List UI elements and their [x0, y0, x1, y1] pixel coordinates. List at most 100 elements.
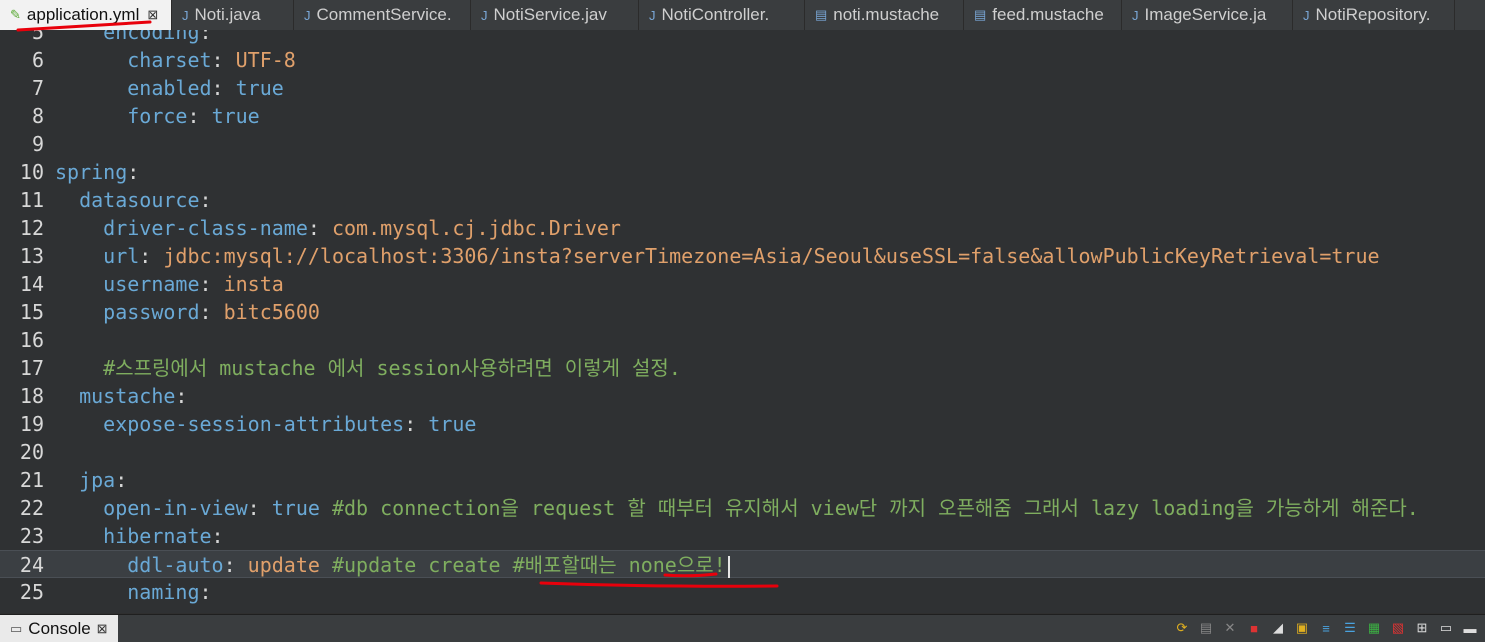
- close-icon[interactable]: ⊠: [147, 7, 158, 23]
- code-line[interactable]: 12 driver-class-name: com.mysql.cj.jdbc.…: [0, 214, 1485, 242]
- refresh-icon[interactable]: ⟳: [1173, 619, 1191, 637]
- trash-icon[interactable]: ▤: [1197, 619, 1215, 637]
- tab-noticontroller[interactable]: J NotiController.: [639, 0, 805, 30]
- stop-icon[interactable]: ■: [1245, 619, 1263, 637]
- code-editor[interactable]: 5 encoding: 6 charset: UTF-8 7 enabled: tr…: [0, 30, 1485, 613]
- close-icon[interactable]: ⊠: [97, 621, 108, 637]
- code-line[interactable]: 15 password: bitc5600: [0, 298, 1485, 326]
- code-line[interactable]: 25 naming:: [0, 578, 1485, 606]
- code-line[interactable]: 13 url: jdbc:mysql://localhost:3306/inst…: [0, 242, 1485, 270]
- tab-notiservice-jav[interactable]: J NotiService.jav: [471, 0, 639, 30]
- code-line[interactable]: 8 force: true: [0, 102, 1485, 130]
- clear-icon[interactable]: ◢: [1269, 619, 1287, 637]
- code-text: encoding:: [55, 30, 212, 46]
- yaml-value: true: [271, 496, 320, 520]
- console-icon: ▭: [10, 620, 23, 636]
- line-number: 13: [19, 244, 44, 268]
- code-line[interactable]: 22 open-in-view: true #db connection을 re…: [0, 494, 1485, 522]
- tab-noti-java[interactable]: J Noti.java: [172, 0, 294, 30]
- code-line[interactable]: 20: [0, 438, 1485, 466]
- show-on-output-icon[interactable]: ☰: [1341, 619, 1359, 637]
- code-text: mustache:: [55, 382, 187, 410]
- code-text: open-in-view: true #db connection을 reque…: [55, 494, 1419, 522]
- code-line[interactable]: 5 encoding:: [0, 30, 1485, 46]
- line-number: 21: [19, 468, 44, 492]
- line-number: 6: [31, 48, 44, 72]
- yaml-separator: :: [175, 384, 188, 408]
- line-number: 23: [19, 524, 44, 548]
- code-line[interactable]: 18 mustache:: [0, 382, 1485, 410]
- display-console-icon[interactable]: ▧: [1389, 619, 1407, 637]
- editor-tab-bar: ✎ application.yml ⊠ J Noti.java J CommentServi…: [0, 0, 1485, 31]
- code-line[interactable]: 16: [0, 326, 1485, 354]
- code-text: driver-class-name: com.mysql.cj.jdbc.Dri…: [55, 214, 621, 242]
- code-line[interactable]: 6 charset: UTF-8: [0, 46, 1485, 74]
- code-text: spring:: [55, 158, 139, 186]
- code-line[interactable]: 23 hibernate:: [0, 522, 1485, 550]
- pin-console-icon[interactable]: ▦: [1365, 619, 1383, 637]
- code-line[interactable]: 10 spring:: [0, 158, 1485, 186]
- code-line[interactable]: 21 jpa:: [0, 466, 1485, 494]
- line-number: 12: [19, 216, 44, 240]
- code-text: username: insta: [55, 270, 284, 298]
- line-number: 9: [31, 132, 44, 156]
- code-text: datasource:: [55, 186, 212, 214]
- code-line[interactable]: 11 datasource:: [0, 186, 1485, 214]
- code-text: password: bitc5600: [55, 298, 320, 326]
- word-wrap-icon[interactable]: ≡: [1317, 619, 1335, 637]
- line-number: 16: [19, 328, 44, 352]
- tab-commentservice[interactable]: J CommentService.: [294, 0, 471, 30]
- yaml-separator: :: [211, 524, 224, 548]
- code-line[interactable]: 17 #스프링에서 mustache 에서 session사용하려면 이렇게 설…: [0, 354, 1485, 382]
- yaml-separator: :: [211, 76, 236, 100]
- tab-imageservice-ja[interactable]: J ImageService.ja: [1122, 0, 1293, 30]
- yaml-separator: :: [127, 160, 140, 184]
- line-number: 10: [19, 160, 44, 184]
- yaml-separator: :: [199, 188, 212, 212]
- yaml-key: url: [103, 244, 140, 268]
- tab-feed-mustache[interactable]: ▤ feed.mustache: [964, 0, 1122, 30]
- yaml-key: jpa: [79, 468, 116, 492]
- line-number: 25: [19, 580, 44, 604]
- line-number: 22: [19, 496, 44, 520]
- tab-application-yml[interactable]: ✎ application.yml ⊠: [0, 0, 172, 30]
- line-number: 18: [19, 384, 44, 408]
- monitor-icon[interactable]: ▭: [1437, 619, 1455, 637]
- console-panel: ▭ Console ⊠ ⟳ ▤ ✕ ■ ◢ ▣ ≡ ☰ ▦ ▧ ⊞ ▭ ▬: [0, 614, 1485, 642]
- line-number: 5: [31, 30, 44, 44]
- code-line[interactable]: 19 expose-session-attributes: true: [0, 410, 1485, 438]
- yaml-value: true: [428, 412, 477, 436]
- line-number: 14: [19, 272, 44, 296]
- code-text: naming:: [55, 578, 211, 606]
- open-console-icon[interactable]: ⊞: [1413, 619, 1431, 637]
- yaml-key: spring: [55, 160, 128, 184]
- code-line[interactable]: 14 username: insta: [0, 270, 1485, 298]
- yaml-value: update: [247, 553, 320, 577]
- line-number: 8: [31, 104, 44, 128]
- code-text: hibernate:: [55, 522, 224, 550]
- console-tab-label: Console: [28, 618, 91, 638]
- remove-all-icon[interactable]: ✕: [1221, 619, 1239, 637]
- tab-label: feed.mustache: [992, 5, 1104, 24]
- line-number: 11: [19, 188, 44, 212]
- code-text: expose-session-attributes: true: [55, 410, 476, 438]
- console-tab[interactable]: ▭ Console ⊠: [0, 615, 118, 642]
- yaml-key: username: [103, 272, 200, 296]
- minimize-icon[interactable]: ▬: [1461, 619, 1479, 637]
- yaml-value: com.mysql.cj.jdbc.Driver: [331, 216, 621, 240]
- code-line[interactable]: 9: [0, 130, 1485, 158]
- yaml-separator: :: [199, 30, 212, 44]
- tab-noti-mustache[interactable]: ▤ noti.mustache: [805, 0, 964, 30]
- code-line[interactable]: 7 enabled: true: [0, 74, 1485, 102]
- tab-notirepository[interactable]: J NotiRepository.: [1293, 0, 1455, 30]
- code-line[interactable]: 24 ddl-auto: update #update create #배포할때…: [0, 550, 1485, 578]
- scroll-lock-icon[interactable]: ▣: [1293, 619, 1311, 637]
